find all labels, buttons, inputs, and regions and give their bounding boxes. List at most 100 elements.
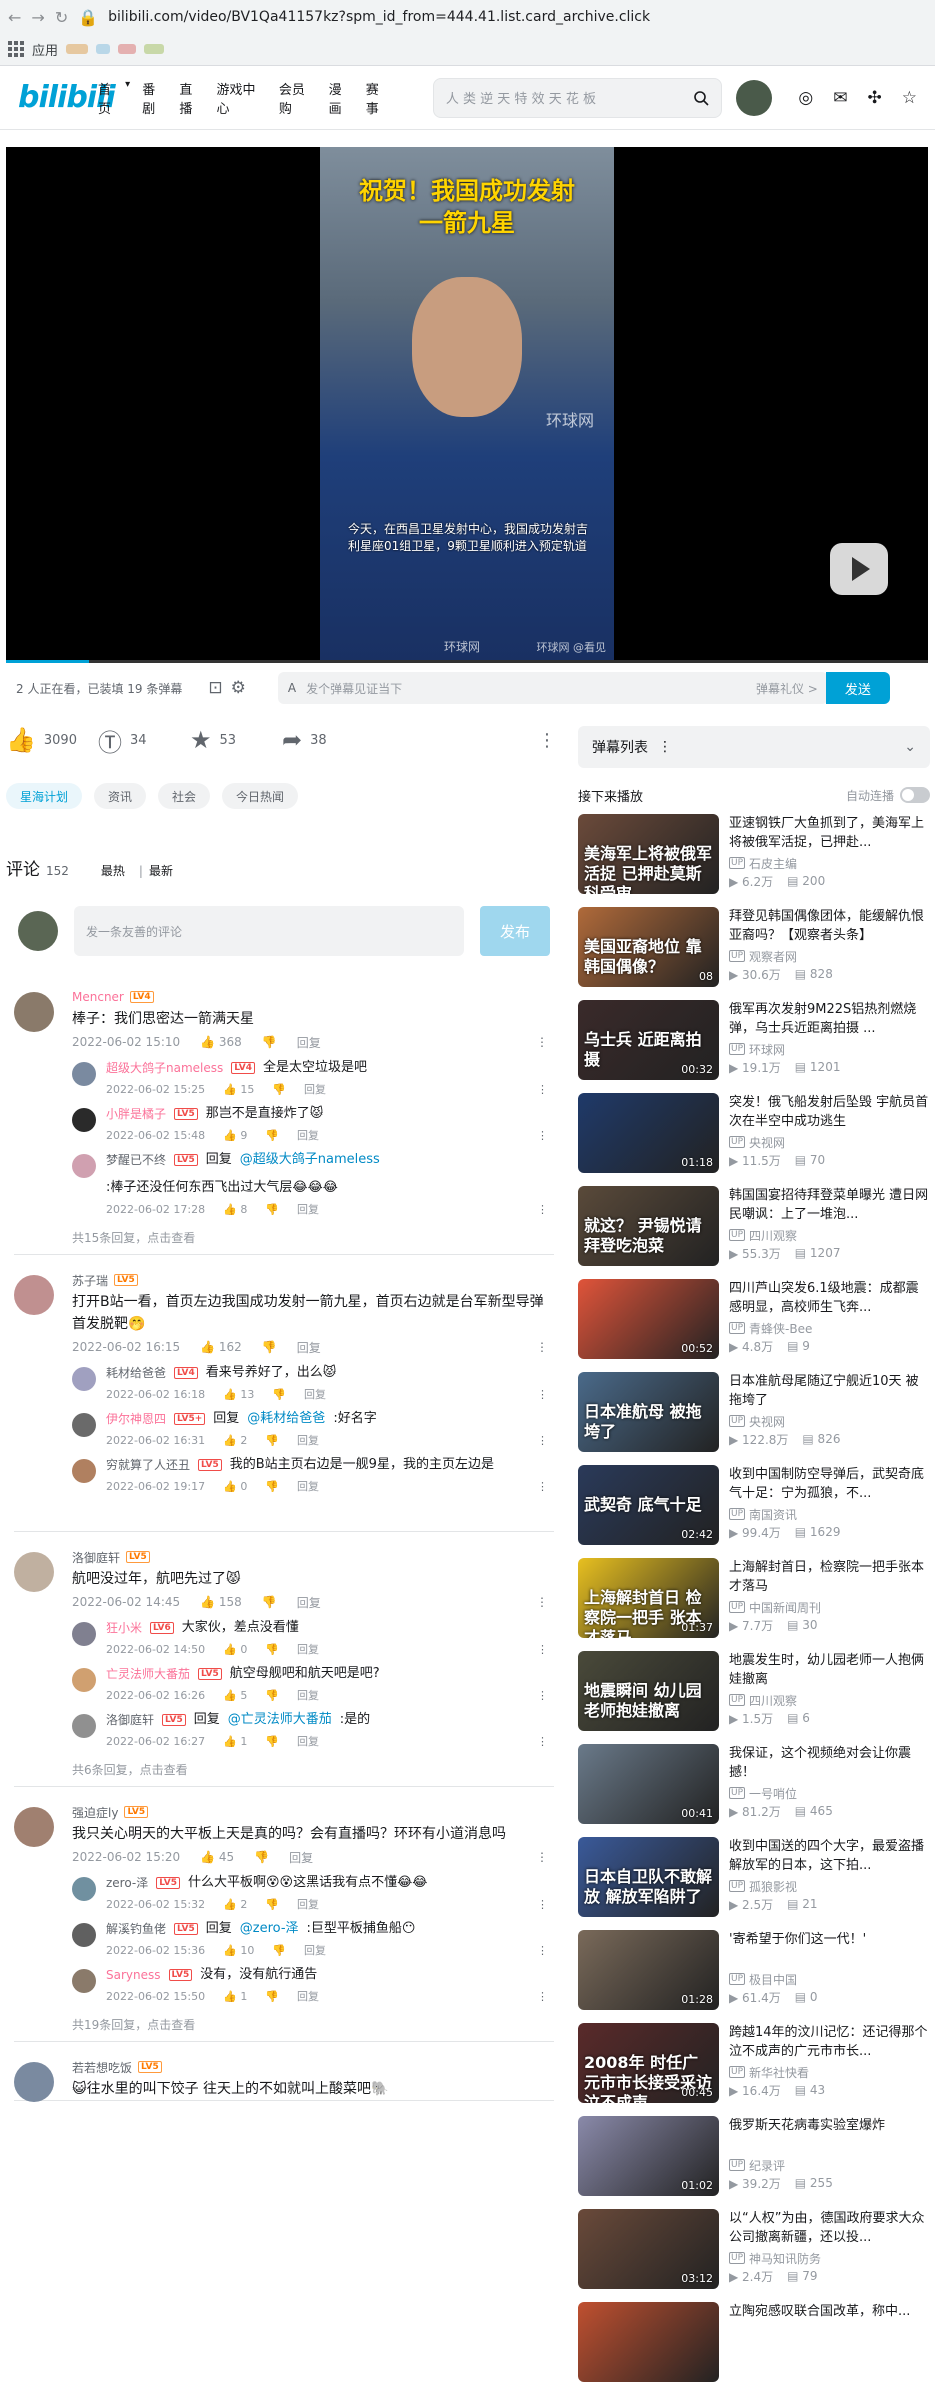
reply-username[interactable]: 穷就算了人还丑 — [106, 1455, 190, 1475]
like-button[interactable]: 👍 158 — [200, 1595, 242, 1609]
rec-title[interactable]: 以“人权”为由，德国政府要求大众公司撤离新疆，还以投... — [729, 2209, 930, 2247]
nav-anime[interactable]: 番剧 — [142, 79, 167, 117]
rec-item[interactable]: 美海军上将被俄军活捉 已押赴莫斯科受审 亚速钢铁厂大鱼抓到了，美海军上将被俄军活捉… — [578, 814, 930, 907]
more-options-icon[interactable]: ⋮ — [537, 1203, 548, 1216]
video-thumbnail[interactable]: 01:18 — [578, 1093, 719, 1173]
more-options-icon[interactable]: ⋮ — [537, 1898, 548, 1911]
rec-uploader[interactable]: UP 纪录评 — [729, 2156, 930, 2174]
like-button[interactable]: 👍 5 — [223, 1689, 247, 1702]
dislike-icon[interactable]: 👎 — [272, 1388, 286, 1401]
rec-uploader[interactable]: UP 四川观察 — [729, 1226, 930, 1244]
reply-username[interactable]: Saryness — [106, 1965, 161, 1985]
dislike-icon[interactable]: 👎 — [265, 1434, 279, 1447]
rec-item[interactable]: 上海解封首日 检察院一把手 张本才落马 01:37 上海解封首日，检察院一把手张本才… — [578, 1558, 930, 1651]
reply-button[interactable]: 回复 — [297, 1478, 319, 1494]
more-options-icon[interactable]: ⋮ — [536, 1850, 548, 1864]
dislike-icon[interactable]: 👎 — [265, 1480, 279, 1493]
like-button[interactable]: 👍 0 — [223, 1643, 247, 1656]
avatar[interactable] — [14, 1807, 54, 1847]
rec-item[interactable]: 就这？ 尹锡悦请拜登吃泡菜 韩国国宴招待拜登菜单曝光 遭日网民嘲讽：上了一堆泡..… — [578, 1186, 930, 1279]
mention-link[interactable]: @超级大鸽子nameless — [240, 1150, 380, 1170]
more-options-icon[interactable]: ⋮ — [537, 1944, 548, 1957]
reply-username[interactable]: 亡灵法师大番茄 — [106, 1664, 190, 1684]
username-text[interactable]: 洛御庭轩 — [72, 1549, 120, 1566]
rec-title[interactable]: 收到中国制防空导弹后，武契奇底气十足：宁为孤狼，不... — [729, 1465, 930, 1503]
video-thumbnail[interactable]: 美国亚裔地位 靠韩国偶像？ 08 — [578, 907, 719, 987]
video-thumbnail[interactable]: 01:02 — [578, 2116, 719, 2196]
comment-username[interactable]: 洛御庭轩 LV5 — [72, 1546, 554, 1568]
more-options-icon[interactable]: ⋮ — [537, 1434, 548, 1447]
avatar[interactable] — [14, 1275, 54, 1315]
reply-button[interactable]: 回复 — [297, 1988, 319, 2004]
rec-title[interactable]: 收到中国送的四个大字，最爱盗播解放军的日本，这下拍... — [729, 1837, 930, 1875]
reply-username[interactable]: 小胖是橘子 — [106, 1104, 166, 1124]
reply-button[interactable]: 回复 — [297, 1339, 321, 1356]
view-more-replies[interactable]: 共6条回复，点击查看 — [72, 1752, 554, 1786]
more-options-icon[interactable]: ⋮ — [536, 1035, 548, 1049]
reply-username[interactable]: 耗材给爸爸 — [106, 1363, 166, 1383]
like-button[interactable]: 👍 1 — [223, 1735, 247, 1748]
nav-home[interactable]: 首页 — [98, 79, 123, 117]
rec-title[interactable]: 四川芦山突发6.1级地震：成都震感明显，高校师生飞奔... — [729, 1279, 930, 1317]
tag-item[interactable]: 星海计划 — [6, 783, 83, 809]
more-options-icon[interactable]: ⋮ — [536, 1340, 548, 1354]
nav-esports[interactable]: 赛事 — [366, 79, 391, 117]
danmaku-send-button[interactable]: 发送 — [825, 672, 890, 704]
rec-title[interactable]: 上海解封首日，检察院一把手张本才落马 — [729, 1558, 930, 1596]
rec-item[interactable]: 00:52 四川芦山突发6.1级地震：成都震感明显，高校师生飞奔... UP 青蜂侠-… — [578, 1279, 930, 1372]
username-text[interactable]: Mencner — [72, 990, 124, 1004]
rec-uploader[interactable]: UP 环球网 — [729, 1040, 930, 1058]
compass-icon[interactable]: ◎ — [798, 88, 813, 108]
rec-uploader[interactable]: UP 新华社快看 — [729, 2063, 930, 2081]
dislike-icon[interactable]: 👎 — [262, 1035, 277, 1049]
comment-username[interactable]: 苏子瑞 LV5 — [72, 1269, 554, 1291]
rec-item[interactable]: 美国亚裔地位 靠韩国偶像？ 08 拜登见韩国偶像团体，能缓解仇恨亚裔吗？【观察者头条… — [578, 907, 930, 1000]
rec-uploader[interactable]: UP 青蜂侠-Bee — [729, 1319, 930, 1337]
coin-button[interactable]: Ⓣ 34 — [98, 723, 190, 758]
reply-button[interactable]: 回复 — [297, 1127, 319, 1143]
reply-username[interactable]: 洛御庭轩 — [106, 1710, 154, 1730]
comment-username[interactable]: 强迫症ly LV5 — [72, 1801, 554, 1823]
username-text[interactable]: 若若想吃饭 — [72, 2059, 132, 2076]
tag-item[interactable]: 今日热闻 — [222, 783, 299, 809]
reply-button[interactable]: 回复 — [297, 1733, 319, 1749]
autoplay-switch[interactable] — [900, 787, 930, 803]
bookmark-item[interactable] — [96, 44, 111, 54]
reply-username[interactable]: 解溪钓鱼佬 — [106, 1919, 166, 1939]
username-text[interactable]: 苏子瑞 — [72, 1272, 108, 1289]
rec-title[interactable]: 突发！俄飞船发射后坠毁 宇航员首次在半空中成功逃生 — [729, 1093, 930, 1131]
reply-button[interactable]: 回复 — [297, 1201, 319, 1217]
more-options-icon[interactable]: ⋮ — [537, 1129, 548, 1142]
rec-title[interactable]: '寄希望于你们这一代！' — [729, 1930, 930, 1968]
forward-icon[interactable]: → — [31, 8, 44, 27]
nav-mall[interactable]: 会员购 — [279, 79, 317, 117]
rec-title[interactable]: 俄军再次发射9M22S铝热剂燃烧弹，乌士兵近距离拍摄 ... — [729, 1000, 930, 1038]
dislike-icon[interactable]: 👎 — [265, 1643, 279, 1656]
reply-username[interactable]: 狂小米 — [106, 1618, 142, 1638]
video-thumbnail[interactable]: 01:28 — [578, 1930, 719, 2010]
dislike-icon[interactable]: 👎 — [265, 1898, 279, 1911]
like-button[interactable]: 👍 3090 — [6, 726, 98, 754]
apps-label[interactable]: 应用 — [32, 40, 58, 59]
reply-username[interactable]: zero-泽 — [106, 1873, 148, 1893]
video-thumbnail[interactable]: 日本准航母 被拖垮了 — [578, 1372, 719, 1452]
reply-button[interactable]: 回复 — [297, 1034, 321, 1051]
video-thumbnail[interactable] — [578, 2302, 719, 2382]
tag-item[interactable]: 资讯 — [94, 783, 147, 809]
reply-button[interactable]: 回复 — [304, 1942, 326, 1958]
rec-uploader[interactable]: UP 央视网 — [729, 1133, 930, 1151]
rec-uploader[interactable]: UP 孤狼影视 — [729, 1877, 930, 1895]
avatar[interactable] — [14, 992, 54, 1032]
nav-manga[interactable]: 漫画 — [329, 79, 354, 117]
like-button[interactable]: 👍 9 — [223, 1129, 247, 1142]
rec-item[interactable]: 立陶宛感叹联合国改革，称中... — [578, 2302, 930, 2395]
rec-item[interactable]: 00:41 我保证，这个视频绝对会让你震撼！ UP 一号哨位 ▶ 81.2万 ▤ 465 — [578, 1744, 930, 1837]
video-thumbnail[interactable]: 美海军上将被俄军活捉 已押赴莫斯科受审 — [578, 814, 719, 894]
dislike-icon[interactable]: 👎 — [265, 1203, 279, 1216]
play-icon[interactable] — [830, 543, 888, 595]
rec-title[interactable]: 亚速钢铁厂大鱼抓到了，美海军上将被俄军活捉，已押赴... — [729, 814, 930, 852]
video-thumbnail[interactable]: 日本自卫队不敢解放 解放军陷阱了 — [578, 1837, 719, 1917]
rec-item[interactable]: 乌士兵 近距离拍摄 00:32 俄军再次发射9M22S铝热剂燃烧弹，乌士兵近距离拍摄… — [578, 1000, 930, 1093]
danmaku-settings-icon[interactable]: ⚙ — [231, 678, 246, 698]
message-icon[interactable]: ✉ — [833, 88, 847, 108]
